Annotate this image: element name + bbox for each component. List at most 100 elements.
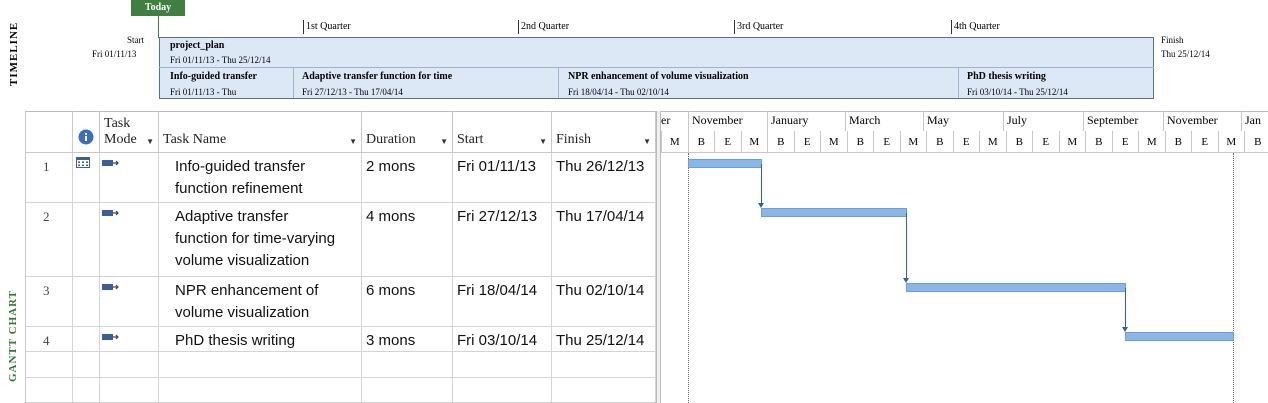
timescale-subunit: B: [926, 131, 953, 153]
cell-mode[interactable]: [100, 277, 159, 327]
cell-id[interactable]: [26, 352, 73, 378]
timescale-subunit: M: [979, 131, 1006, 153]
timescale-subunit: B: [846, 131, 874, 153]
cell-ind[interactable]: [73, 327, 100, 352]
project-start-line: [688, 153, 689, 403]
cell-ind[interactable]: [73, 378, 100, 403]
cell-duration[interactable]: 3 mons: [362, 327, 453, 352]
task-start: Fri 01/11/13: [457, 158, 536, 175]
duration-header[interactable]: Duration ▼: [362, 111, 453, 153]
task-id: 3: [43, 283, 50, 298]
cell-finish[interactable]: [552, 352, 656, 378]
task-bar-4[interactable]: [1125, 332, 1234, 341]
cell-start[interactable]: [453, 378, 552, 403]
segment-2-name[interactable]: Adaptive transfer function for time: [302, 71, 452, 82]
task-name: NPR enhancement of volume visualization: [175, 280, 318, 324]
timeline-start-date: Fri 01/11/13: [92, 49, 137, 59]
indicators-header[interactable]: [73, 111, 100, 153]
task-bar-3[interactable]: [906, 283, 1126, 292]
cell-duration[interactable]: [362, 378, 453, 403]
task-duration: 3 mons: [366, 332, 416, 349]
dependency-link[interactable]: [761, 164, 762, 204]
segment-1-name[interactable]: Info-guided transfer: [170, 71, 257, 82]
cell-finish[interactable]: Thu 26/12/13: [552, 153, 656, 203]
cell-finish[interactable]: Thu 25/12/14: [552, 327, 656, 352]
cell-id[interactable]: 4: [26, 327, 73, 352]
cell-start[interactable]: [453, 352, 552, 378]
chevron-down-icon[interactable]: ▼: [539, 137, 547, 146]
timescale-subunit: E: [1191, 131, 1218, 153]
quarter-2: 2nd Quarter: [518, 20, 569, 34]
task-name-header[interactable]: Task Name ▼: [159, 111, 362, 153]
segment-4-dates: Fri 03/10/14 - Thu 25/12/14: [967, 87, 1068, 97]
cell-ind[interactable]: [73, 153, 100, 203]
row-number-header[interactable]: [26, 111, 73, 153]
task-bar-2[interactable]: [761, 208, 907, 217]
chevron-down-icon[interactable]: ▼: [349, 137, 357, 146]
timeline-start-label: Start: [127, 35, 144, 45]
cell-finish[interactable]: Thu 02/10/14: [552, 277, 656, 327]
cell-finish[interactable]: [552, 378, 656, 403]
segment-4-name[interactable]: PhD thesis writing: [967, 71, 1046, 82]
cell-duration[interactable]: 2 mons: [362, 153, 453, 203]
cell-id[interactable]: [26, 378, 73, 403]
cell-duration[interactable]: 4 mons: [362, 203, 453, 277]
calendar-icon[interactable]: [76, 157, 90, 168]
timescale-month: Jan: [1241, 111, 1268, 131]
timescale-subunit: E: [793, 131, 821, 153]
start-header-label: Start: [457, 132, 484, 147]
segment-3-name[interactable]: NPR enhancement of volume visualization: [568, 71, 749, 82]
cell-duration[interactable]: 6 mons: [362, 277, 453, 327]
cell-name[interactable]: NPR enhancement of volume visualization: [159, 277, 362, 327]
today-marker: Today: [131, 0, 185, 16]
cell-ind[interactable]: [73, 203, 100, 277]
cell-name[interactable]: [159, 378, 362, 403]
cell-mode[interactable]: [100, 327, 159, 352]
cell-ind[interactable]: [73, 277, 100, 327]
cell-start[interactable]: Fri 18/04/14: [453, 277, 552, 327]
segment-1-dates: Fri 01/11/13 - Thu: [170, 87, 237, 97]
cell-mode[interactable]: [100, 203, 159, 277]
cell-ind[interactable]: [73, 352, 100, 378]
chevron-down-icon[interactable]: ▼: [643, 137, 651, 146]
quarter-4: 4th Quarter: [951, 20, 1000, 34]
timescale-month: November: [1163, 111, 1241, 131]
segment-separator: [293, 68, 294, 98]
timescale-subunit: M: [820, 131, 847, 153]
task-name: PhD thesis writing: [175, 330, 295, 352]
cell-id[interactable]: 1: [26, 153, 73, 203]
task-id: 1: [43, 159, 50, 174]
dependency-link[interactable]: [906, 213, 907, 279]
cell-id[interactable]: 3: [26, 277, 73, 327]
quarter-1: 1st Quarter: [303, 20, 351, 34]
cell-name[interactable]: PhD thesis writing: [159, 327, 362, 352]
quarter-3: 3rd Quarter: [734, 20, 783, 34]
cell-duration[interactable]: [362, 352, 453, 378]
cell-start[interactable]: Fri 01/11/13: [453, 153, 552, 203]
task-finish: Thu 17/04/14: [556, 208, 645, 225]
task-duration: 4 mons: [366, 208, 416, 225]
task-name: Info-guided transfer function refinement: [175, 156, 305, 200]
cell-mode[interactable]: [100, 378, 159, 403]
finish-header[interactable]: Finish ▼: [552, 111, 656, 153]
dependency-link[interactable]: [1125, 288, 1126, 328]
cell-id[interactable]: 2: [26, 203, 73, 277]
chevron-down-icon[interactable]: ▼: [146, 137, 154, 146]
cell-name[interactable]: Adaptive transfer function for time-varyi…: [159, 203, 362, 277]
cell-mode[interactable]: [100, 153, 159, 203]
timescale-subunit: E: [873, 131, 900, 153]
cell-finish[interactable]: Thu 17/04/14: [552, 203, 656, 277]
cell-name[interactable]: Info-guided transfer function refinement: [159, 153, 362, 203]
task-bar-1[interactable]: [688, 159, 762, 168]
cell-name[interactable]: [159, 352, 362, 378]
start-header[interactable]: Start ▼: [453, 111, 552, 153]
cell-start[interactable]: Fri 27/12/13: [453, 203, 552, 277]
task-id: 4: [43, 333, 50, 348]
cell-mode[interactable]: [100, 352, 159, 378]
cell-start[interactable]: Fri 03/10/14: [453, 327, 552, 352]
timescale-month: January: [767, 111, 845, 131]
task-mode-header[interactable]: Task Mode ▼: [100, 111, 159, 153]
chevron-down-icon[interactable]: ▼: [440, 137, 448, 146]
task-name-line: volume visualization: [175, 304, 310, 321]
gantt-chart-area[interactable]: er November January March May July September No…: [661, 111, 1268, 403]
